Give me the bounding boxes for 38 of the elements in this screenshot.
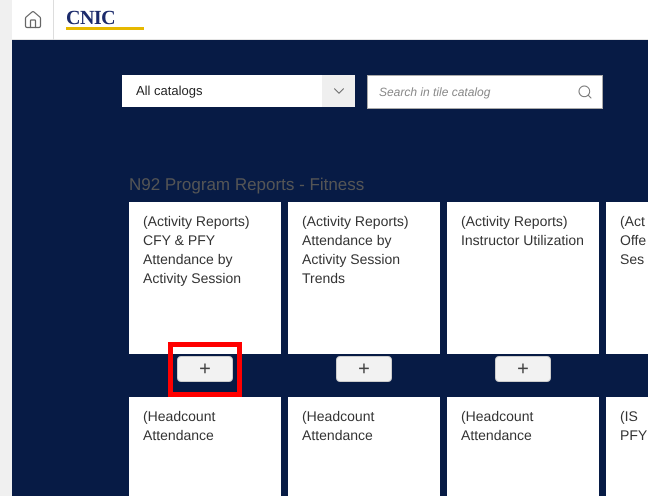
tile-title-line: (IS [620, 407, 639, 426]
tile-title-line: (Headcount [302, 407, 376, 426]
search-field[interactable]: Search in tile catalog [367, 75, 603, 109]
catalog-dropdown[interactable]: All catalogs [122, 75, 355, 107]
tile-card[interactable]: (Activity Reports) CFY & PFY Attendance by Activity Session [129, 202, 281, 354]
tile-title-line: Activity Session [143, 269, 242, 288]
tile-card[interactable]: (Headcount Attendance [129, 397, 281, 496]
tile-card[interactable]: (Headcount Attendance [447, 397, 599, 496]
tile-title-line: Offe [620, 231, 648, 250]
tile-title-line: Activity Session [302, 250, 402, 269]
tile-title-line: (Headcount [461, 407, 534, 426]
tile-title-line: (Headcount [143, 407, 216, 426]
tile-title-line: (Activity Reports) [302, 212, 410, 231]
tile-title-line: Attendance [302, 426, 374, 445]
tile-card[interactable]: (Activity Reports) Attendance by Activity Session Trends [288, 202, 440, 354]
tile-title-line: Instructor Utilization [461, 231, 585, 250]
logo: CNIC [66, 9, 144, 30]
tile-card[interactable]: (Act Offe Ses [606, 202, 648, 354]
tile-card[interactable]: (Activity Reports) Instructor Utilization [447, 202, 599, 354]
tile-title-line: Attendance [461, 426, 533, 445]
tile-card[interactable]: (IS PFY [606, 397, 648, 496]
add-tile-button[interactable]: + [336, 356, 392, 382]
tile-title-line: Attendance [143, 426, 215, 445]
tile-title-line: Attendance by [143, 250, 234, 269]
add-tile-button[interactable]: + [495, 356, 551, 382]
add-tile-button[interactable]: + [177, 356, 233, 382]
tile-title-line: (Activity Reports) [143, 212, 251, 231]
tile-card[interactable]: (Headcount Attendance [288, 397, 440, 496]
search-icon [577, 84, 593, 100]
chevron-down-icon [322, 75, 355, 107]
tile-title-line: Trends [302, 269, 346, 288]
tile-title-line: Ses [620, 250, 646, 269]
tile-title-line: Attendance by [302, 231, 393, 250]
tile-title-line: PFY [620, 426, 648, 445]
tile-title-line: (Act [620, 212, 646, 231]
group-title: N92 Program Reports - Fitness [129, 175, 366, 195]
tile-title-line: (Activity Reports) [461, 212, 569, 231]
tile-title-line: CFY & PFY [143, 231, 216, 250]
